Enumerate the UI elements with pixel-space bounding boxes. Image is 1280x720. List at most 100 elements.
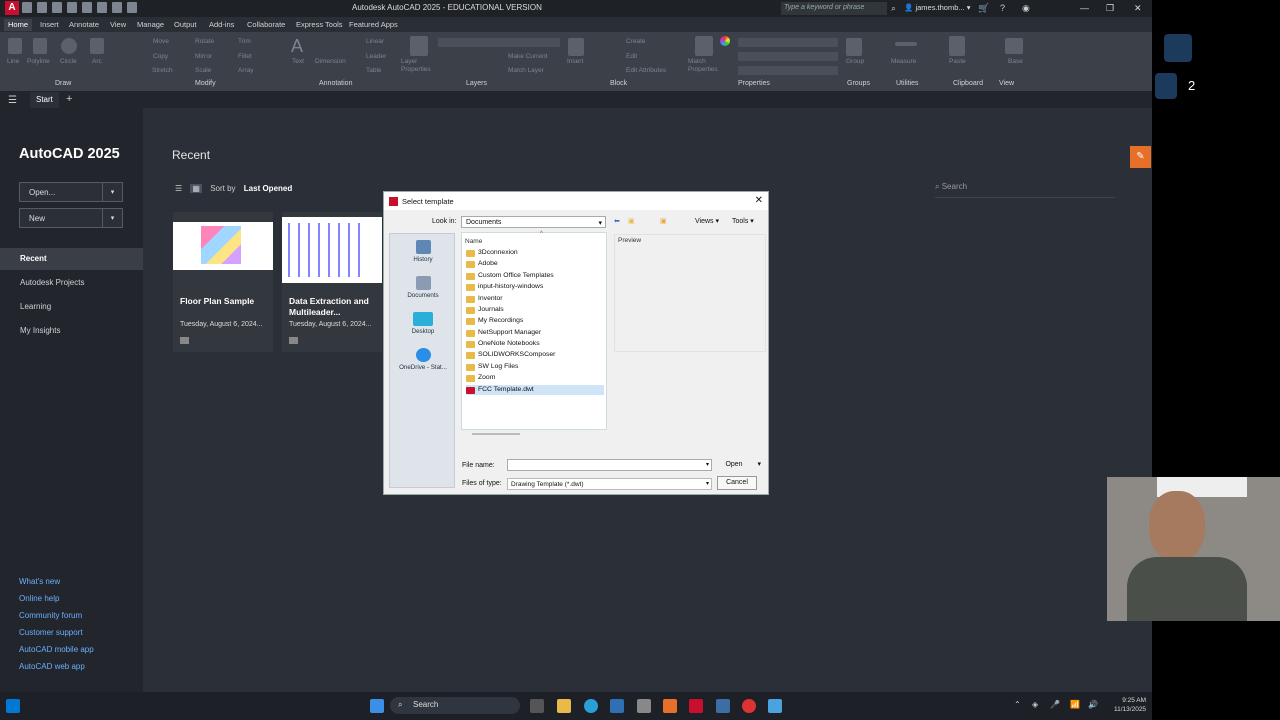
list-item[interactable]: Adobe [466,259,498,269]
group-button[interactable]: Group [846,58,864,65]
text-icon[interactable]: A [291,36,303,57]
measure-icon[interactable] [895,42,917,46]
list-item[interactable]: Inventor [466,294,503,304]
circle-icon[interactable] [61,38,77,54]
table-button[interactable]: Table [366,67,382,74]
snipping-tool-icon[interactable] [637,699,651,713]
measure-button[interactable]: Measure [891,58,916,65]
array-button[interactable]: Array [238,67,254,74]
list-item[interactable]: Zoom [466,373,495,383]
link-community-forum[interactable]: Community forum [19,611,82,620]
list-item[interactable]: Custom Office Templates [466,271,554,281]
list-item[interactable]: SW Log Files [466,362,518,372]
stretch-button[interactable]: Stretch [152,67,173,74]
saveas-icon[interactable] [67,2,77,13]
column-name[interactable]: Name [465,238,482,245]
grid-view-icon[interactable]: ▦ [190,184,202,193]
app-icon[interactable] [663,699,677,713]
place-history[interactable]: History [390,240,456,263]
taskbar-search[interactable]: ⌕ Search [390,697,520,714]
list-item[interactable]: SOLIDWORKSComposer [466,350,555,360]
edit-attributes-button[interactable]: Edit Attributes [626,67,666,74]
tab-featured-apps[interactable]: Featured Apps [349,20,398,29]
leader-button[interactable]: Leader [366,53,386,60]
redo-icon[interactable] [112,2,122,13]
list-item[interactable]: OneNote Notebooks [466,339,540,349]
look-in-dropdown[interactable]: Documents ▾ [461,216,606,228]
tools-button[interactable]: Tools ▾ [732,217,754,225]
app-icon[interactable] [768,699,782,713]
trim-button[interactable]: Trim [238,38,251,45]
dimension-button[interactable]: Dimension [315,58,346,65]
notification-icon[interactable]: ✎ [1130,146,1151,168]
tab-annotate[interactable]: Annotate [69,20,99,29]
scale-button[interactable]: Scale [195,67,211,74]
rotate-button[interactable]: Rotate [195,38,214,45]
base-button[interactable]: Base [1008,58,1023,65]
close-icon[interactable]: ✕ [1134,3,1142,14]
horizontal-scrollbar[interactable] [472,433,520,435]
text-button[interactable]: Text [292,58,304,65]
link-online-help[interactable]: Online help [19,594,59,603]
panel-layers[interactable]: Layers [466,80,487,87]
arc-button[interactable]: Arc [92,58,102,65]
polyline-icon[interactable] [33,38,47,54]
polyline-button[interactable]: Polyline [27,58,50,65]
line-button[interactable]: Line [7,58,19,65]
match-layer-button[interactable]: Match Layer [508,67,544,74]
link-whats-new[interactable]: What's new [19,577,60,586]
open-button[interactable]: Open... ▾ [19,182,123,202]
panel-utilities[interactable]: Utilities [896,80,919,87]
nav-my-insights[interactable]: My Insights [0,320,143,342]
edge-icon[interactable] [584,699,598,713]
list-item[interactable]: input-history-windows [466,282,543,292]
close-icon[interactable]: ✕ [755,195,763,206]
color-dropdown[interactable] [738,38,838,47]
tab-start[interactable]: Start [30,92,59,108]
print-icon[interactable] [82,2,92,13]
app-icon[interactable] [742,699,756,713]
base-icon[interactable] [1005,38,1023,54]
windows-logo-icon[interactable] [370,699,384,713]
list-item[interactable]: NetSupport Manager [466,328,541,338]
tab-view[interactable]: View [110,20,126,29]
copy-button[interactable]: Copy [153,53,168,60]
windows-start-icon[interactable] [6,699,20,713]
recent-search-input[interactable]: ⌕ Search [935,182,1115,198]
chevron-down-icon[interactable]: ▾ [102,209,122,227]
autocad-icon[interactable] [689,699,703,713]
tab-output[interactable]: Output [174,20,197,29]
app-icon[interactable]: ◉ [1022,3,1030,14]
file-explorer-icon[interactable] [557,699,571,713]
match-properties-button[interactable]: Match Properties [688,58,720,74]
create-button[interactable]: Create [626,38,646,45]
nav-recent[interactable]: Recent [0,248,143,270]
autocad-logo[interactable]: A [5,1,19,15]
link-web-app[interactable]: AutoCAD web app [19,662,85,671]
chevron-down-icon[interactable]: ▾ [757,459,761,471]
network-icon[interactable]: ◈ [1032,700,1038,709]
arc-icon[interactable] [90,38,104,54]
sort-dropdown[interactable]: Last Opened [244,184,292,193]
undo-icon[interactable] [97,2,107,13]
views-button[interactable]: Views ▾ [695,217,719,225]
match-properties-icon[interactable] [695,36,713,56]
up-folder-icon[interactable]: ▣ [628,217,635,225]
app-icon[interactable] [716,699,730,713]
store-icon[interactable] [610,699,624,713]
panel-view[interactable]: View [999,80,1014,87]
mirror-button[interactable]: Mirror [195,53,212,60]
nav-autodesk-projects[interactable]: Autodesk Projects [0,272,143,294]
new-button[interactable]: New ▾ [19,208,123,228]
panel-annotation[interactable]: Annotation [319,80,352,87]
list-item[interactable]: My Recordings [466,316,523,326]
place-documents[interactable]: Documents [390,276,456,299]
linear-button[interactable]: Linear [366,38,384,45]
new-tab-icon[interactable]: + [66,93,72,105]
list-item[interactable]: Journals [466,305,504,315]
save-icon[interactable] [52,2,62,13]
edit-button[interactable]: Edit [626,53,637,60]
tab-express-tools[interactable]: Express Tools [296,20,343,29]
panel-block[interactable]: Block [610,80,627,87]
panel-modify[interactable]: Modify [195,80,216,87]
